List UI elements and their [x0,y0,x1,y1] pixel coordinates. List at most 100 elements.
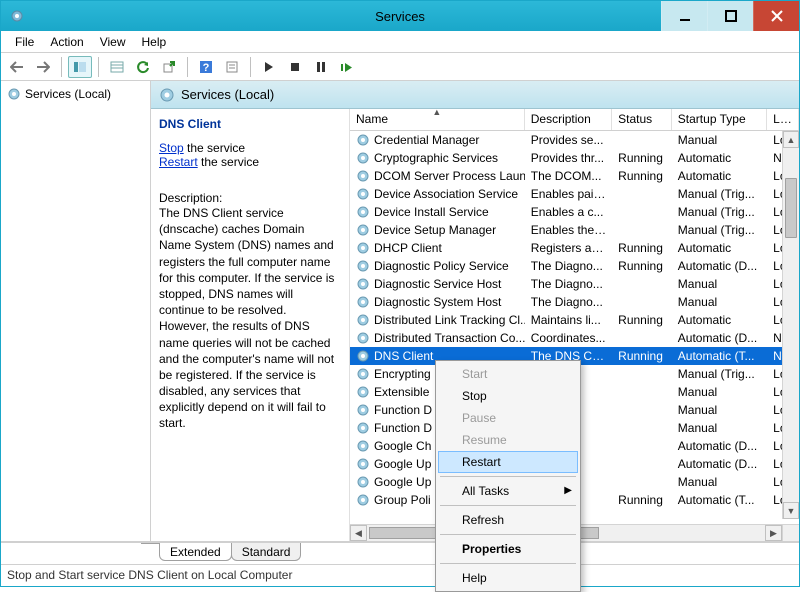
service-row[interactable]: Distributed Transaction Co...Coordinates… [350,329,799,347]
column-log-on-as[interactable]: Log [767,109,799,130]
nav-back-button[interactable] [5,56,29,78]
service-startup-cell: Manual (Trig... [672,187,767,201]
separator [250,57,251,77]
maximize-button[interactable] [707,1,753,31]
service-startup-cell: Automatic (D... [672,331,767,345]
ctx-start: Start [438,363,578,385]
tab-extended[interactable]: Extended [159,543,232,561]
stop-suffix: the service [184,141,245,155]
column-description[interactable]: Description [525,109,612,130]
properties-button[interactable] [220,56,244,78]
help-button[interactable]: ? [194,56,218,78]
service-status-cell: Running [612,259,672,273]
service-description-cell: The Diagno... [525,295,612,309]
service-row[interactable]: Cryptographic ServicesProvides thr...Run… [350,149,799,167]
scroll-thumb[interactable] [785,178,797,238]
service-row[interactable]: Diagnostic System HostThe Diagno...Manua… [350,293,799,311]
service-row[interactable]: Credential ManagerProvides se...ManualLo… [350,131,799,149]
service-startup-cell: Manual [672,403,767,417]
minimize-button[interactable] [661,1,707,31]
gear-icon [356,277,370,291]
separator [440,534,576,535]
tree-root-services-local[interactable]: Services (Local) [5,85,146,103]
service-name-cell: DCOM Server Process Laun... [374,169,525,183]
menu-action[interactable]: Action [42,33,91,51]
service-name-cell: Function D [374,421,432,435]
nav-forward-button[interactable] [31,56,55,78]
service-startup-cell: Manual [672,475,767,489]
service-row[interactable]: Device Install ServiceEnables a c...Manu… [350,203,799,221]
gear-icon [356,331,370,345]
service-row[interactable]: Diagnostic Service HostThe Diagno...Manu… [350,275,799,293]
ctx-resume: Resume [438,429,578,451]
service-name-cell: Encrypting [374,367,431,381]
service-row[interactable]: Distributed Link Tracking Cl...Maintains… [350,311,799,329]
gear-icon [356,223,370,237]
export-button[interactable] [157,56,181,78]
column-status[interactable]: Status [612,109,672,130]
gear-icon [356,295,370,309]
separator [440,505,576,506]
submenu-arrow-icon: ▶ [564,485,572,496]
list-header: Name▲ Description Status Startup Type Lo… [350,109,799,131]
service-row[interactable]: Device Association ServiceEnables pair..… [350,185,799,203]
scroll-up-icon[interactable]: ▲ [783,131,799,148]
service-startup-cell: Automatic (T... [672,349,767,363]
service-startup-cell: Automatic (D... [672,457,767,471]
vertical-scrollbar[interactable]: ▲ ▼ [782,131,799,519]
service-description-cell: Provides thr... [525,151,612,165]
status-bar: Stop and Start service DNS Client on Loc… [1,564,799,586]
start-service-button[interactable] [257,56,281,78]
service-description-cell: Enables a c... [525,205,612,219]
service-status-cell: Running [612,313,672,327]
service-row[interactable]: DHCP ClientRegisters an...RunningAutomat… [350,239,799,257]
pause-service-button[interactable] [309,56,333,78]
stop-service-link[interactable]: Stop [159,141,184,155]
restart-service-button[interactable] [335,56,359,78]
scroll-corner [782,524,799,541]
service-name-cell: Extensible [374,385,429,399]
gear-icon [356,403,370,417]
service-row[interactable]: DCOM Server Process Laun...The DCOM...Ru… [350,167,799,185]
ctx-restart[interactable]: Restart [438,451,578,473]
menu-view[interactable]: View [92,33,134,51]
service-name-cell: Diagnostic Policy Service [374,259,509,273]
service-status-cell: Running [612,151,672,165]
list-view-button[interactable] [105,56,129,78]
scroll-right-icon[interactable]: ▶ [765,525,782,541]
ctx-help[interactable]: Help [438,567,578,589]
gear-icon [356,421,370,435]
service-row[interactable]: Device Setup ManagerEnables the ...Manua… [350,221,799,239]
service-row[interactable]: Diagnostic Policy ServiceThe Diagno...Ru… [350,257,799,275]
service-description-cell: Enables the ... [525,223,612,237]
detail-pane: DNS Client Stop the service Restart the … [151,109,349,541]
stop-service-button[interactable] [283,56,307,78]
ctx-refresh[interactable]: Refresh [438,509,578,531]
gear-icon [356,367,370,381]
ctx-stop[interactable]: Stop [438,385,578,407]
service-name-cell: Group Poli [374,493,431,507]
service-startup-cell: Automatic [672,313,767,327]
service-name-cell: Diagnostic Service Host [374,277,501,291]
scroll-left-icon[interactable]: ◀ [350,525,367,541]
show-hide-tree-button[interactable] [68,56,92,78]
menu-help[interactable]: Help [134,33,175,51]
refresh-button[interactable] [131,56,155,78]
separator [440,476,576,477]
scroll-down-icon[interactable]: ▼ [783,502,799,519]
right-pane-title: Services (Local) [181,87,274,102]
service-status-cell: Running [612,169,672,183]
restart-service-link[interactable]: Restart [159,155,198,169]
gear-icon [356,313,370,327]
ctx-properties[interactable]: Properties [438,538,578,560]
service-startup-cell: Manual [672,421,767,435]
menu-file[interactable]: File [7,33,42,51]
column-name[interactable]: Name▲ [350,109,525,130]
ctx-all-tasks[interactable]: All Tasks▶ [438,480,578,502]
tab-standard[interactable]: Standard [231,543,302,561]
column-startup-type[interactable]: Startup Type [672,109,767,130]
close-button[interactable] [753,1,799,31]
description-text: The DNS Client service (dnscache) caches… [159,205,339,432]
view-tabs: Extended Standard [1,542,799,564]
window-title: Services [375,9,425,24]
